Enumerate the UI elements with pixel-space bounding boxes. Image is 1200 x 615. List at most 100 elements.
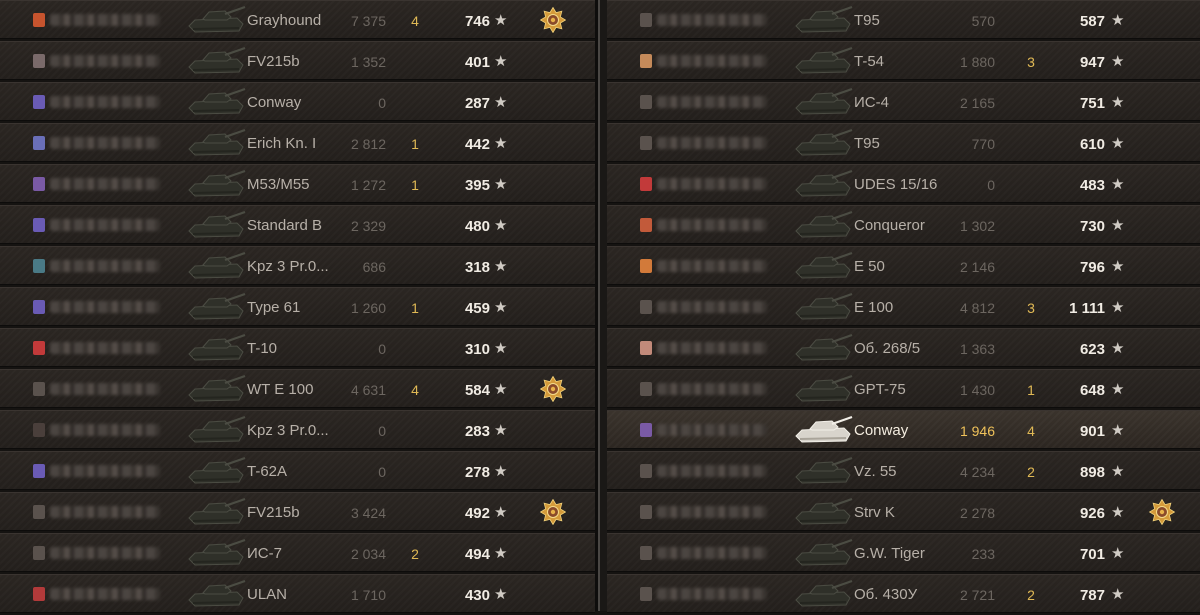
star-icon: ★ (1111, 53, 1125, 70)
player-row[interactable]: UDES 15/16 0 483 ★ (607, 164, 1200, 203)
experience-value: 483 (1079, 177, 1105, 194)
player-row[interactable]: T-62A 0 278 ★ (0, 451, 595, 490)
experience-value: 310 (464, 341, 490, 358)
experience-value: 730 (1079, 218, 1105, 235)
player-row[interactable]: E 100 4 812 3 1 111 ★ (607, 287, 1200, 326)
experience-value: 787 (1079, 587, 1105, 604)
experience-value: 587 (1079, 13, 1105, 30)
player-row[interactable]: ИС-7 2 034 2 494 ★ (0, 533, 595, 572)
player-row[interactable]: ULAN 1 710 430 ★ (0, 574, 595, 613)
experience-value: 701 (1079, 546, 1105, 563)
star-icon: ★ (1111, 504, 1125, 521)
kills-count: 4 (411, 382, 419, 398)
medal-icon[interactable] (539, 375, 567, 403)
damage-value: 3 424 (350, 505, 386, 521)
player-row[interactable]: WT E 100 4 631 4 584 ★ (0, 369, 595, 408)
player-row[interactable]: Conqueror 1 302 730 ★ (607, 205, 1200, 244)
player-row[interactable]: T95 770 610 ★ (607, 123, 1200, 162)
player-row[interactable]: FV215b 3 424 492 ★ (0, 492, 595, 531)
player-row[interactable]: ИС-4 2 165 751 ★ (607, 82, 1200, 121)
medal-icon[interactable] (1148, 498, 1176, 526)
damage-value: 0 (378, 341, 386, 357)
experience-value: 318 (464, 259, 490, 276)
player-row[interactable]: Standard B2 329 480 ★ (0, 205, 595, 244)
player-row[interactable]: Grayhound 7 375 4 746 ★ (0, 0, 595, 39)
experience-value: 442 (464, 136, 490, 153)
player-row[interactable]: FV215b 1 352 401 ★ (0, 41, 595, 80)
damage-value: 1 710 (350, 587, 386, 603)
player-row[interactable]: M53/M55 1 272 1 395 ★ (0, 164, 595, 203)
player-row[interactable]: Type 61 1 260 1 459 ★ (0, 287, 595, 326)
star-icon: ★ (1111, 340, 1125, 357)
medal-icon[interactable] (539, 6, 567, 34)
kills-count: 1 (1027, 382, 1035, 398)
damage-value: 1 363 (959, 341, 995, 357)
kills-count: 1 (411, 177, 419, 193)
player-row[interactable]: Conway 1 946 4 901 ★ (607, 410, 1200, 449)
damage-value: 0 (378, 95, 386, 111)
experience-value: 648 (1079, 382, 1105, 399)
experience-value: 395 (464, 177, 490, 194)
experience-value: 492 (464, 505, 490, 522)
player-row[interactable]: Erich Kn. I2 812 1 442 ★ (0, 123, 595, 162)
player-row[interactable]: E 50 2 146 796 ★ (607, 246, 1200, 285)
kills-count: 1 (411, 136, 419, 152)
experience-value: 901 (1079, 423, 1105, 440)
player-row[interactable]: T-10 0 310 ★ (0, 328, 595, 367)
player-row[interactable]: GPT-75 1 430 1 648 ★ (607, 369, 1200, 408)
player-row[interactable]: G.W. Tiger 233 701 ★ (607, 533, 1200, 572)
medal-icon[interactable] (539, 498, 567, 526)
player-row[interactable]: Vz. 55 4 234 2 898 ★ (607, 451, 1200, 490)
player-row[interactable]: Kpz 3 Pr.0... 0 283 ★ (0, 410, 595, 449)
experience-value: 898 (1079, 464, 1105, 481)
damage-value: 0 (378, 464, 386, 480)
star-icon: ★ (494, 586, 508, 603)
kills-count: 1 (411, 300, 419, 316)
experience-value: 1 111 (1069, 300, 1105, 317)
team-divider (595, 0, 607, 611)
experience-value: 926 (1079, 505, 1105, 522)
star-icon: ★ (1111, 12, 1125, 29)
kills-count: 2 (1027, 464, 1035, 480)
player-row[interactable]: Kpz 3 Pr.0... 686 318 ★ (0, 246, 595, 285)
star-icon: ★ (494, 340, 508, 357)
player-row[interactable]: T95 570 587 ★ (607, 0, 1200, 39)
player-row[interactable]: Об. 430У 2 721 2 787 ★ (607, 574, 1200, 613)
damage-value: 4 631 (350, 382, 386, 398)
experience-value: 746 (464, 13, 490, 30)
kills-count: 2 (411, 546, 419, 562)
star-icon: ★ (1111, 217, 1125, 234)
star-icon: ★ (1111, 176, 1125, 193)
damage-value: 2 721 (959, 587, 995, 603)
experience-value: 623 (1079, 341, 1105, 358)
damage-value: 4 234 (959, 464, 995, 480)
star-icon: ★ (1111, 258, 1125, 275)
damage-value: 1 946 (959, 423, 995, 439)
star-icon: ★ (1111, 545, 1125, 562)
damage-value: 2 812 (350, 136, 386, 152)
experience-value: 459 (464, 300, 490, 317)
experience-value: 947 (1079, 54, 1105, 71)
star-icon: ★ (1111, 381, 1125, 398)
experience-value: 283 (464, 423, 490, 440)
experience-value: 480 (464, 218, 490, 235)
damage-value: 4 812 (959, 300, 995, 316)
player-row[interactable]: Strv K2 278 926 ★ (607, 492, 1200, 531)
star-icon: ★ (494, 504, 508, 521)
player-row[interactable]: T-54 1 880 3 947 ★ (607, 41, 1200, 80)
player-row[interactable]: Об. 268/5 1 363 623 ★ (607, 328, 1200, 367)
experience-value: 494 (464, 546, 490, 563)
damage-value: 686 (362, 259, 386, 275)
experience-value: 401 (464, 54, 490, 71)
player-row[interactable]: Conway 0 287 ★ (0, 82, 595, 121)
experience-value: 584 (464, 382, 490, 399)
kills-count: 4 (1027, 423, 1035, 439)
damage-value: 0 (378, 423, 386, 439)
experience-value: 610 (1079, 136, 1105, 153)
damage-value: 233 (971, 546, 995, 562)
star-icon: ★ (1111, 422, 1125, 439)
damage-value: 1 272 (350, 177, 386, 193)
experience-value: 287 (464, 95, 490, 112)
damage-value: 1 352 (350, 54, 386, 70)
damage-value: 1 880 (959, 54, 995, 70)
